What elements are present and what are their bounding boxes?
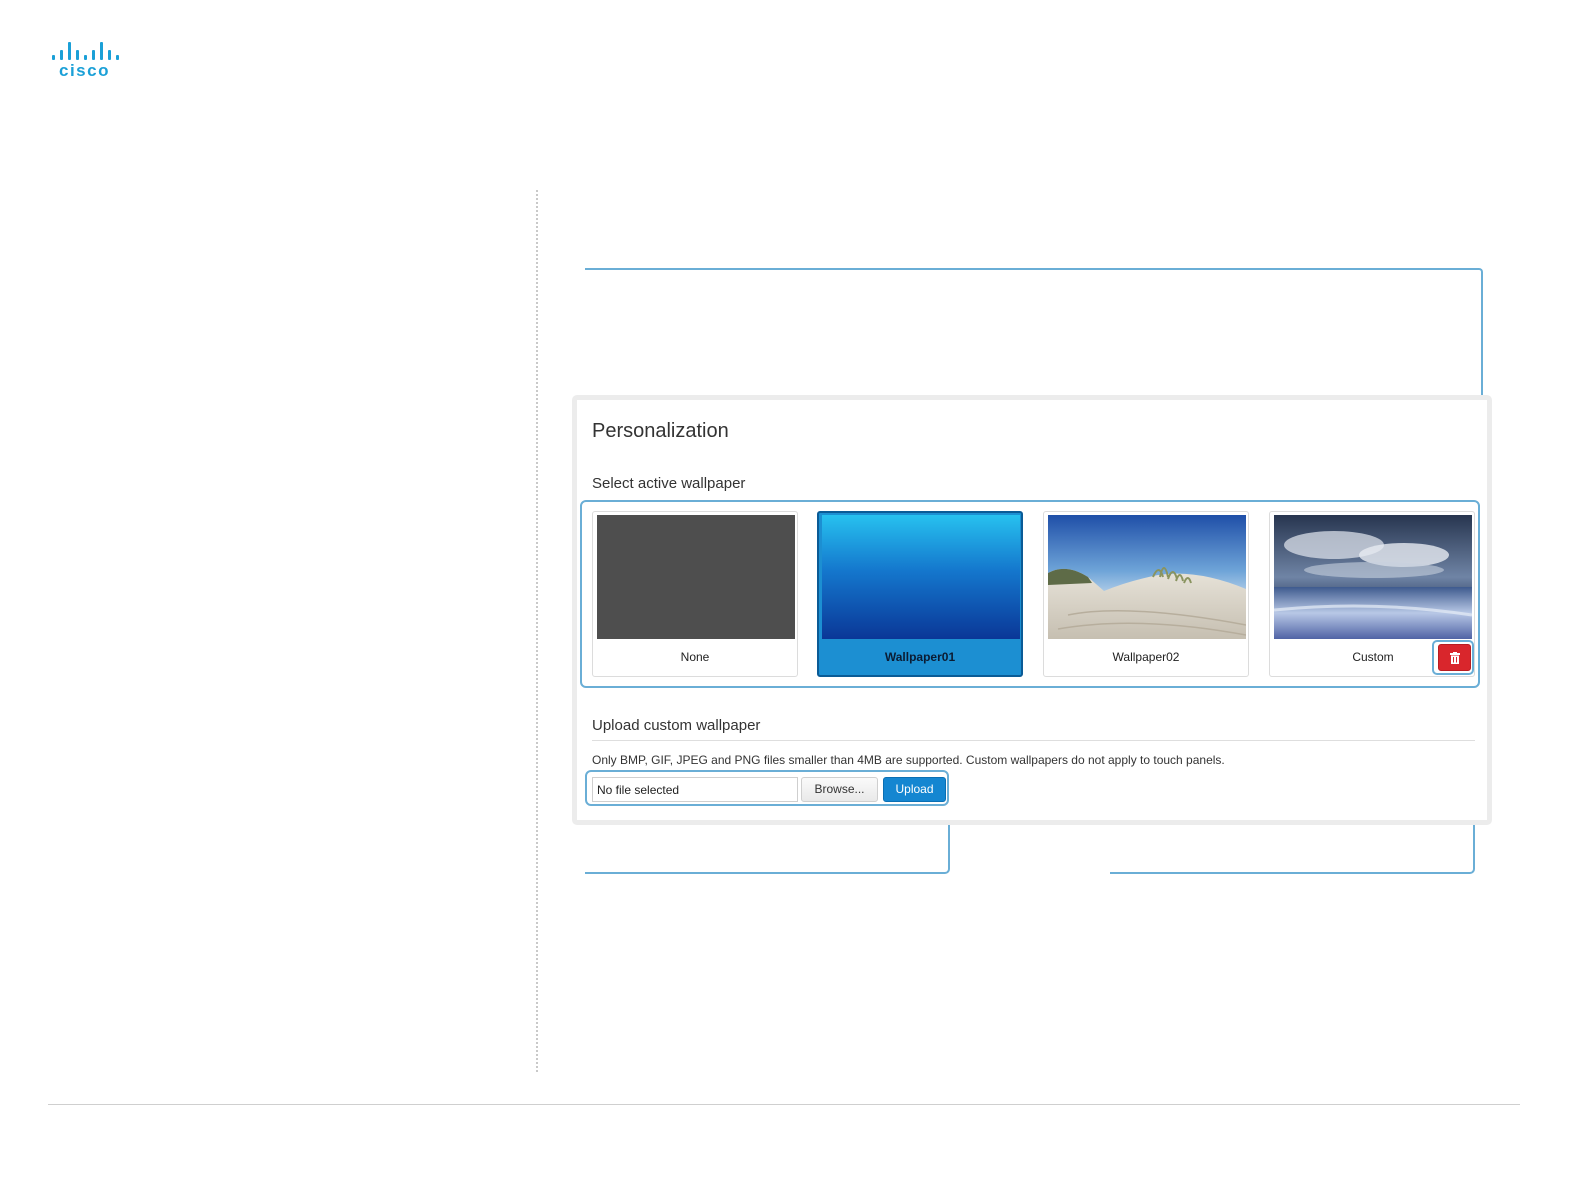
select-wallpaper-label: Select active wallpaper	[592, 475, 746, 492]
browse-button[interactable]: Browse...	[801, 777, 878, 802]
wallpaper-card-label: Wallpaper01	[884, 650, 956, 664]
trash-icon	[1450, 652, 1460, 664]
wallpaper-thumbnail-none	[597, 515, 795, 639]
cisco-logo: cisco	[52, 40, 128, 84]
wallpaper-card-label: None	[680, 650, 710, 664]
footer-rule	[48, 1104, 1520, 1105]
section-divider	[592, 740, 1475, 741]
logo-wordmark: cisco	[59, 61, 110, 80]
upload-note: Only BMP, GIF, JPEG and PNG files smalle…	[592, 753, 1225, 767]
wallpaper-card-wallpaper01[interactable]: Wallpaper01	[817, 511, 1023, 677]
panel-title: Personalization	[592, 420, 729, 442]
wallpaper-thumbnail-clouds	[1274, 515, 1472, 639]
wallpaper-thumbnail-blue	[822, 515, 1020, 639]
wallpaper-thumbnail-dunes	[1048, 515, 1246, 639]
wallpaper-card-none[interactable]: None	[592, 511, 798, 677]
file-input[interactable]: No file selected	[592, 777, 798, 802]
logo-bars-icon	[52, 40, 128, 60]
wallpaper-card-label: Wallpaper02	[1112, 650, 1180, 664]
wallpaper-card-wallpaper02[interactable]: Wallpaper02	[1043, 511, 1249, 677]
upload-wallpaper-label: Upload custom wallpaper	[592, 717, 761, 734]
vertical-divider	[536, 190, 538, 1072]
delete-custom-wallpaper-button[interactable]	[1438, 644, 1471, 671]
upload-button[interactable]: Upload	[883, 777, 946, 802]
